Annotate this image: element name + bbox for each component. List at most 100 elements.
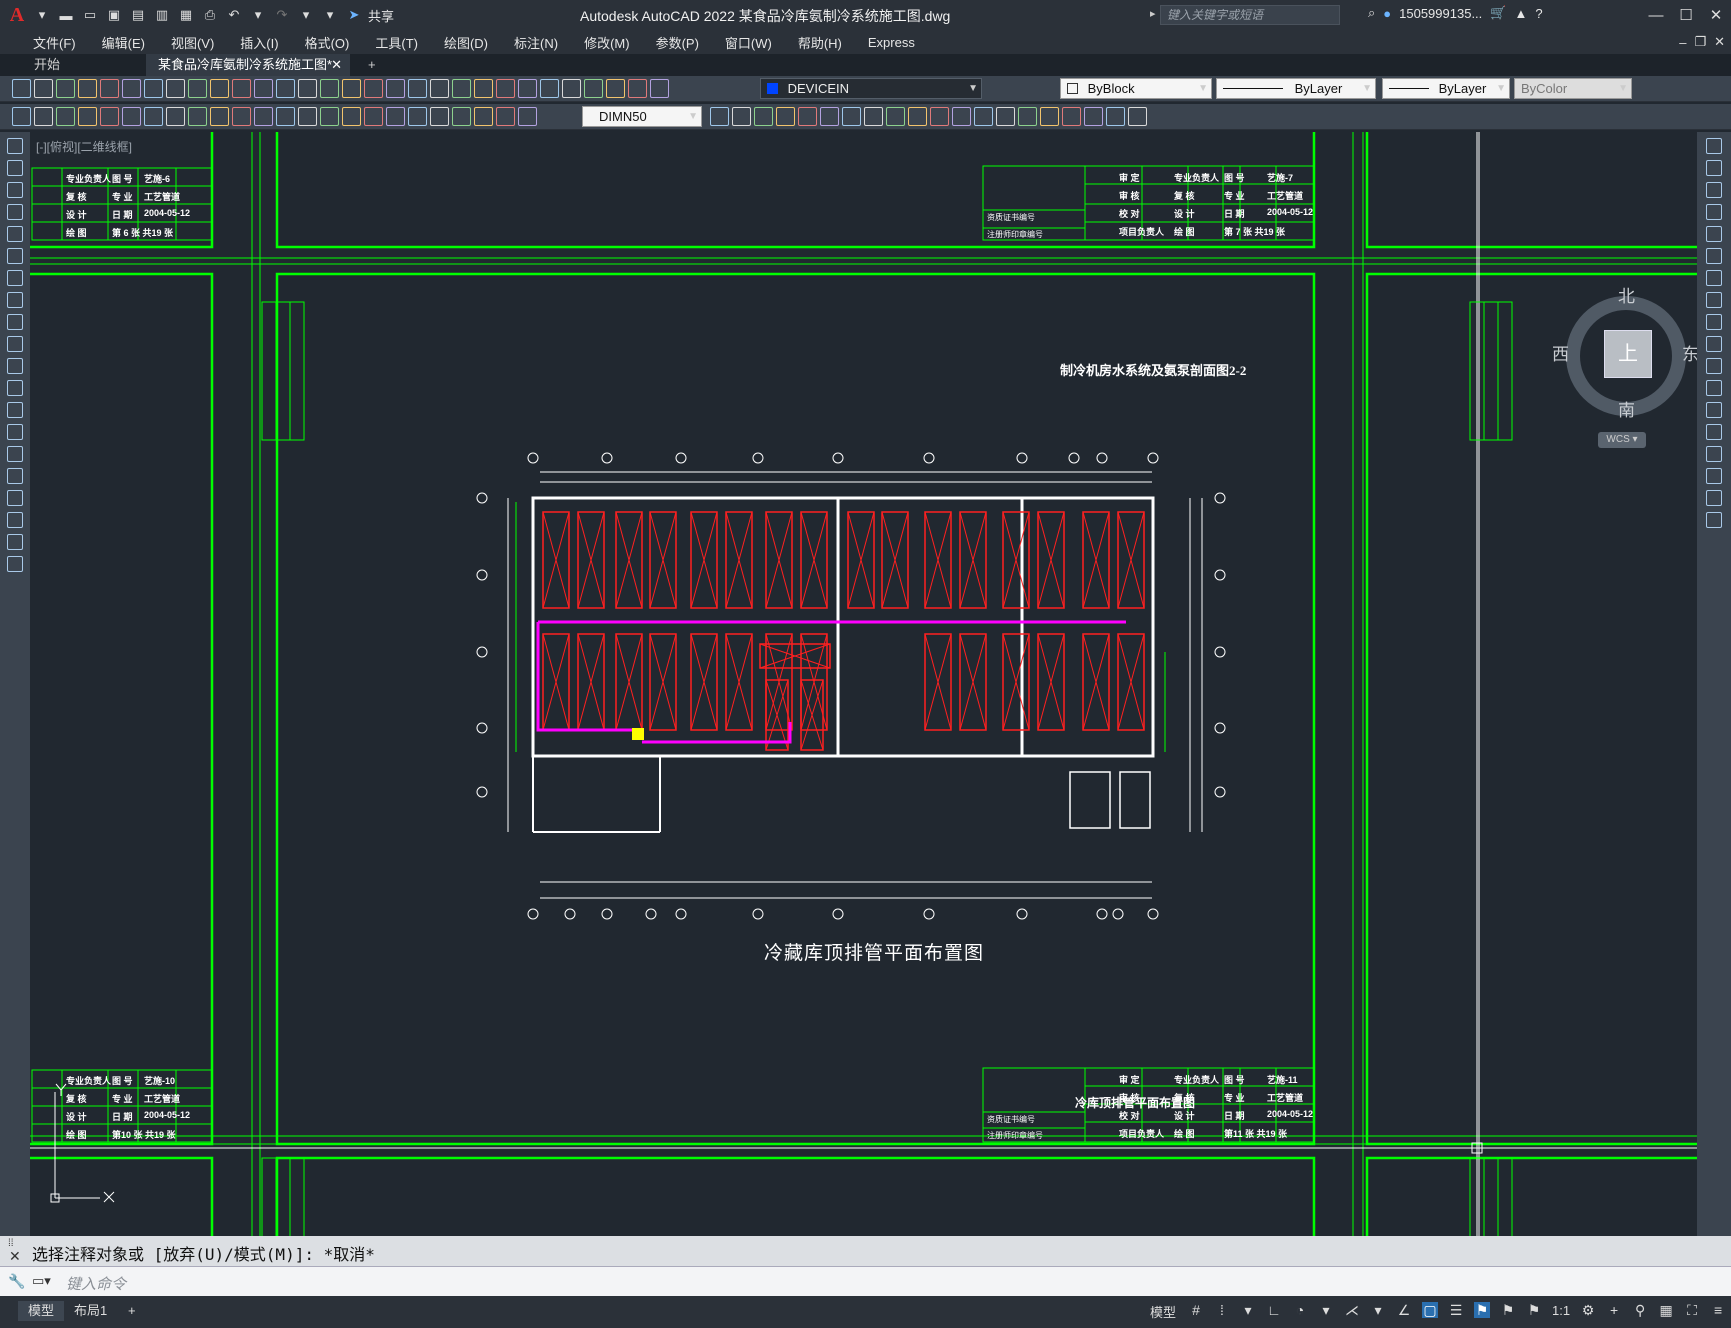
search-expand-icon[interactable]: ▸: [1150, 7, 1156, 20]
menu-file[interactable]: 文件(F): [18, 33, 87, 52]
tab-layout1[interactable]: 布局1: [64, 1301, 117, 1321]
modify-tool-icon[interactable]: [1706, 226, 1722, 242]
compass-north[interactable]: 北: [1618, 282, 1635, 307]
undo-icon[interactable]: ↶: [224, 5, 244, 25]
draw-tool-icon[interactable]: [7, 138, 23, 154]
standard-tool-icon[interactable]: [320, 79, 339, 98]
dimension-tool-icon[interactable]: [452, 107, 471, 126]
compass-south[interactable]: 南: [1618, 396, 1635, 421]
standard-tool-icon[interactable]: [650, 79, 669, 98]
menu-draw[interactable]: 绘图(D): [429, 33, 499, 52]
customization-icon[interactable]: ≡: [1710, 1302, 1726, 1318]
view-tool-icon[interactable]: [886, 107, 905, 126]
dimstyle-dropdown[interactable]: DIMN50 ▼: [582, 106, 702, 127]
modify-tool-icon[interactable]: [1706, 336, 1722, 352]
modify-tool-icon[interactable]: [1706, 446, 1722, 462]
menu-edit[interactable]: 编辑(E): [87, 33, 156, 52]
modify-tool-icon[interactable]: [1706, 358, 1722, 374]
menu-window[interactable]: 窗口(W): [710, 33, 783, 52]
standard-tool-icon[interactable]: [166, 79, 185, 98]
dimension-tool-icon[interactable]: [122, 107, 141, 126]
angle-icon[interactable]: ∠: [1396, 1302, 1412, 1318]
draw-tool-icon[interactable]: [7, 226, 23, 242]
menu-parametric[interactable]: 参数(P): [641, 33, 710, 52]
view-tool-icon[interactable]: [842, 107, 861, 126]
view-tool-icon[interactable]: [908, 107, 927, 126]
draw-tool-icon[interactable]: [7, 270, 23, 286]
draw-tool-icon[interactable]: [7, 402, 23, 418]
viewport-controls-label[interactable]: [-][俯视][二维线框]: [36, 138, 132, 155]
standard-tool-icon[interactable]: [78, 79, 97, 98]
dimension-tool-icon[interactable]: [408, 107, 427, 126]
command-input[interactable]: 键入命令: [66, 1273, 126, 1294]
dimension-tool-icon[interactable]: [144, 107, 163, 126]
tab-start[interactable]: 开始: [22, 54, 146, 76]
annotation-scale-icon[interactable]: ⚑: [1526, 1302, 1542, 1318]
command-input-bar[interactable]: 🔧 ▭▾ 键入命令: [0, 1266, 1731, 1296]
open-file-icon[interactable]: ▭: [80, 5, 100, 25]
share-label[interactable]: 共享: [368, 6, 394, 25]
autodesk-account-icon[interactable]: ▲: [1514, 6, 1527, 21]
drawing-canvas[interactable]: [-][俯视][二维线框] 冷藏库顶排管平面布置图 制冷机房水系统及氨泵剖面图2…: [30, 132, 1697, 1236]
help-icon[interactable]: ?: [1535, 6, 1542, 21]
dimension-tool-icon[interactable]: [210, 107, 229, 126]
dimension-tool-icon[interactable]: [34, 107, 53, 126]
draw-tool-icon[interactable]: [7, 160, 23, 176]
plotstyle-dropdown[interactable]: ByColor ▼: [1514, 78, 1632, 99]
linetype-dropdown[interactable]: ByLayer ▼: [1216, 78, 1376, 99]
standard-tool-icon[interactable]: [144, 79, 163, 98]
viewcube[interactable]: 上 北 南 东 西 WCS ▾: [1552, 282, 1697, 448]
tab-drawing[interactable]: 某食品冷库氨制冷系统施工图* ✕: [146, 54, 350, 76]
menu-express[interactable]: Express: [853, 35, 926, 50]
autocad-logo[interactable]: A: [6, 4, 28, 26]
search-icon[interactable]: ⌕: [1368, 5, 1375, 21]
standard-tool-icon[interactable]: [584, 79, 603, 98]
modify-tool-icon[interactable]: [1706, 160, 1722, 176]
compass-west[interactable]: 西: [1552, 340, 1569, 365]
clean-screen-icon[interactable]: ⛶: [1684, 1302, 1700, 1318]
doc-restore-icon[interactable]: ❐: [1694, 34, 1706, 50]
customize-quick-access-icon[interactable]: ▾: [320, 5, 340, 25]
model-space-button[interactable]: 模型: [1150, 1302, 1176, 1321]
standard-tool-icon[interactable]: [364, 79, 383, 98]
open-web-icon[interactable]: ▥: [152, 5, 172, 25]
draw-tool-icon[interactable]: [7, 534, 23, 550]
plus-icon[interactable]: +: [1606, 1302, 1622, 1318]
standard-tool-icon[interactable]: [518, 79, 537, 98]
draw-tool-icon[interactable]: [7, 358, 23, 374]
menu-format[interactable]: 格式(O): [290, 33, 361, 52]
standard-tool-icon[interactable]: [452, 79, 471, 98]
standard-tool-icon[interactable]: [210, 79, 229, 98]
isodraft-icon[interactable]: ▾: [1318, 1302, 1334, 1318]
cart-icon[interactable]: 🛒: [1490, 5, 1506, 21]
osnap-tracking-icon[interactable]: ⋌: [1344, 1302, 1360, 1318]
redo-icon[interactable]: ↷: [272, 5, 292, 25]
save-as-icon[interactable]: ▤: [128, 5, 148, 25]
standard-tool-icon[interactable]: [276, 79, 295, 98]
modify-tool-icon[interactable]: [1706, 424, 1722, 440]
dimension-tool-icon[interactable]: [320, 107, 339, 126]
new-tab-button[interactable]: +: [356, 54, 388, 76]
draw-tool-icon[interactable]: [7, 204, 23, 220]
standard-tool-icon[interactable]: [628, 79, 647, 98]
menu-insert[interactable]: 插入(I): [225, 33, 289, 52]
modify-tool-icon[interactable]: [1706, 138, 1722, 154]
dimension-tool-icon[interactable]: [364, 107, 383, 126]
annotation-visibility-icon[interactable]: ⚑: [1474, 1302, 1490, 1318]
standard-tool-icon[interactable]: [386, 79, 405, 98]
standard-tool-icon[interactable]: [12, 79, 31, 98]
standard-tool-icon[interactable]: [100, 79, 119, 98]
new-layout-button[interactable]: +: [118, 1301, 146, 1321]
dimension-tool-icon[interactable]: [298, 107, 317, 126]
standard-tool-icon[interactable]: [606, 79, 625, 98]
view-tool-icon[interactable]: [952, 107, 971, 126]
hardware-accel-icon[interactable]: ▦: [1658, 1302, 1674, 1318]
standard-tool-icon[interactable]: [342, 79, 361, 98]
close-button[interactable]: ✕: [1701, 0, 1731, 30]
compass-east[interactable]: 东: [1682, 340, 1697, 365]
standard-tool-icon[interactable]: [430, 79, 449, 98]
dimension-tool-icon[interactable]: [166, 107, 185, 126]
standard-tool-icon[interactable]: [232, 79, 251, 98]
standard-tool-icon[interactable]: [540, 79, 559, 98]
scale-value[interactable]: 1:1: [1552, 1303, 1570, 1318]
